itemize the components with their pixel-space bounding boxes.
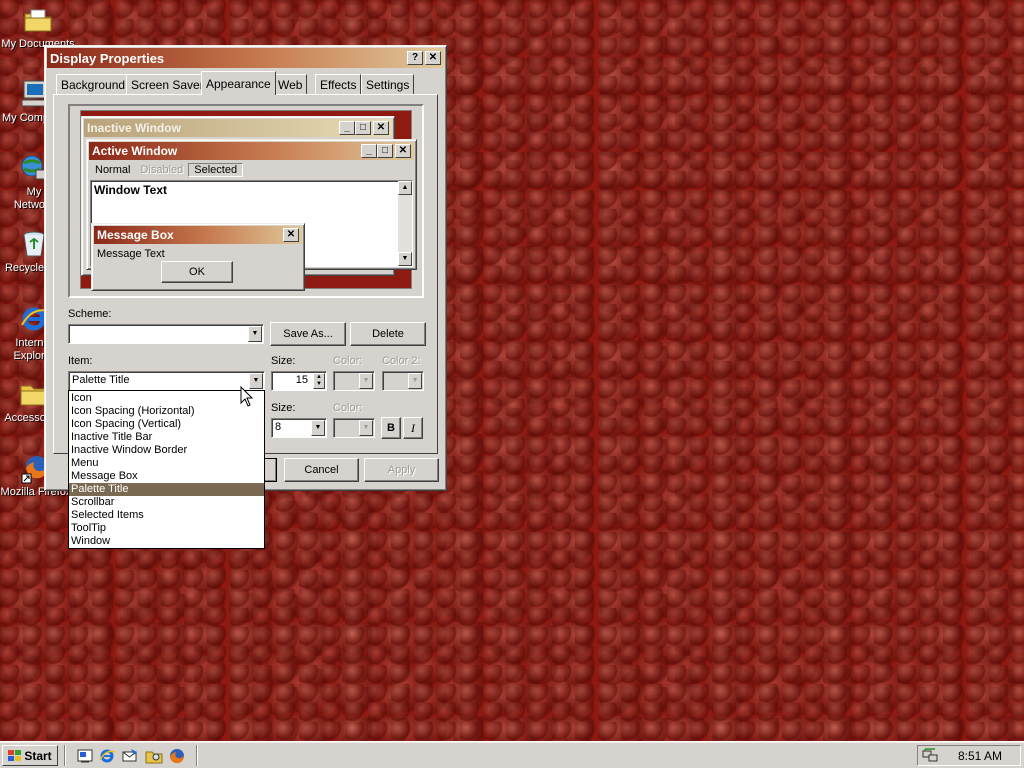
- tab-screen-saver[interactable]: Screen Saver: [126, 74, 209, 94]
- dropdown-option[interactable]: Inactive Window Border: [69, 444, 264, 457]
- item-size-spinner[interactable]: 15 ▲ ▼: [271, 371, 327, 391]
- bold-button[interactable]: B: [381, 417, 401, 439]
- tab-label: Screen Saver: [131, 77, 204, 92]
- close-icon: ✕: [395, 144, 411, 158]
- mouse-cursor-icon: [240, 386, 254, 407]
- system-tray: 8:51 AM: [917, 745, 1021, 766]
- item-color2-picker[interactable]: ▼: [382, 371, 424, 391]
- dropdown-option[interactable]: Selected Items: [69, 509, 264, 522]
- clock[interactable]: 8:51 AM: [958, 749, 1002, 763]
- dropdown-option[interactable]: Icon Spacing (Horizontal): [69, 405, 264, 418]
- dropdown-option[interactable]: Icon Spacing (Vertical): [69, 418, 264, 431]
- message-text: Message Text: [97, 248, 165, 260]
- delete-button[interactable]: Delete: [350, 322, 426, 346]
- start-label: Start: [24, 748, 52, 763]
- item-color-picker[interactable]: ▼: [333, 371, 375, 391]
- close-button[interactable]: ✕: [425, 51, 441, 65]
- item-size-label: Size:: [271, 355, 296, 367]
- tab-web[interactable]: Web: [273, 74, 308, 94]
- active-window-title: Active Window: [92, 144, 178, 158]
- window-text: Window Text: [94, 183, 167, 197]
- preview-message-box: Message Box ✕ Message Text OK: [91, 223, 305, 291]
- item-size-value: 15: [295, 374, 308, 386]
- tab-effects[interactable]: Effects: [315, 74, 362, 94]
- dropdown-option[interactable]: ToolTip: [69, 522, 264, 535]
- dropdown-option-selected[interactable]: Palette Title: [69, 483, 264, 496]
- dialog-title: Display Properties: [50, 50, 165, 66]
- chevron-down-icon: ▼: [408, 373, 422, 389]
- help-button[interactable]: ?: [407, 51, 423, 65]
- font-color-picker[interactable]: ▼: [333, 418, 375, 438]
- outlook-express-icon[interactable]: [121, 747, 139, 765]
- preview-ok-button: OK: [161, 261, 233, 283]
- font-size-value: 8: [275, 421, 282, 433]
- italic-button[interactable]: I: [403, 417, 423, 439]
- network-tray-icon[interactable]: [922, 747, 938, 763]
- dropdown-option[interactable]: Icon: [69, 392, 264, 405]
- tab-label: Settings: [366, 77, 410, 92]
- desktop-icon-my-documents[interactable]: My Documents: [0, 4, 76, 51]
- minimize-icon: _: [339, 121, 355, 135]
- spinner-arrows-icon[interactable]: ▲ ▼: [313, 373, 325, 389]
- chevron-down-icon[interactable]: ▼: [311, 420, 325, 436]
- chevron-down-icon: ▼: [359, 373, 373, 389]
- item-label: Item:: [68, 355, 93, 367]
- scheme-label: Scheme:: [68, 308, 112, 320]
- maximize-icon: □: [377, 144, 393, 158]
- dropdown-option[interactable]: Menu: [69, 457, 264, 470]
- close-icon: ✕: [283, 228, 299, 242]
- tab-label: Appearance: [206, 76, 271, 91]
- menu-selected: Selected: [188, 163, 244, 177]
- show-desktop-icon[interactable]: [76, 747, 94, 765]
- minimize-icon: _: [361, 144, 377, 158]
- scheme-select[interactable]: ▼: [68, 324, 264, 344]
- dropdown-option[interactable]: Scrollbar: [69, 496, 264, 509]
- apply-button[interactable]: Apply: [364, 458, 439, 482]
- tab-label: Effects: [320, 77, 357, 92]
- folder-documents-icon: [24, 9, 52, 32]
- dropdown-option[interactable]: Window: [69, 535, 264, 548]
- item-value: Palette Title: [72, 374, 130, 386]
- inactive-window-title: Inactive Window: [87, 121, 181, 135]
- taskbar-separator: [196, 745, 198, 766]
- explorer-folder-icon[interactable]: [145, 747, 163, 765]
- taskbar: Start 8:51 AM: [0, 741, 1024, 768]
- item-color2-label: Color 2:: [382, 355, 421, 367]
- save-as-button[interactable]: Save As...: [270, 322, 346, 346]
- firefox-icon[interactable]: [168, 747, 186, 765]
- taskbar-separator: [64, 745, 66, 766]
- font-size-label: Size:: [271, 402, 296, 414]
- item-select[interactable]: Palette Title ▼: [68, 371, 265, 391]
- message-box-title: Message Box: [97, 228, 174, 242]
- chevron-down-icon: ▼: [359, 420, 373, 436]
- tab-label: Background: [61, 77, 126, 92]
- menu-normal: Normal: [95, 164, 131, 176]
- item-dropdown-list[interactable]: Icon Icon Spacing (Horizontal) Icon Spac…: [68, 390, 265, 549]
- preview-scrollbar: ▲ ▼: [398, 181, 412, 266]
- tab-label: Web: [278, 77, 303, 92]
- tab-background[interactable]: Background: [56, 74, 131, 94]
- chevron-down-icon[interactable]: ▼: [248, 326, 262, 342]
- tab-appearance[interactable]: Appearance: [201, 71, 276, 95]
- close-icon: ✕: [373, 121, 389, 135]
- maximize-icon: □: [355, 121, 371, 135]
- preview-menu-bar: Normal Disabled Selected: [90, 162, 244, 178]
- menu-disabled: Disabled: [140, 164, 184, 176]
- dropdown-option[interactable]: Message Box: [69, 470, 264, 483]
- internet-explorer-icon[interactable]: [98, 747, 116, 765]
- item-color-label: Color:: [333, 355, 363, 367]
- start-button[interactable]: Start: [2, 745, 58, 766]
- font-size-select[interactable]: 8 ▼: [271, 418, 327, 438]
- dropdown-option[interactable]: Inactive Title Bar: [69, 431, 264, 444]
- font-color-label: Color:: [333, 402, 363, 414]
- cancel-button[interactable]: Cancel: [284, 458, 359, 482]
- windows-logo-icon: [8, 749, 22, 761]
- tab-settings[interactable]: Settings: [361, 74, 415, 94]
- dialog-title-bar[interactable]: Display Properties ? ✕: [47, 48, 444, 68]
